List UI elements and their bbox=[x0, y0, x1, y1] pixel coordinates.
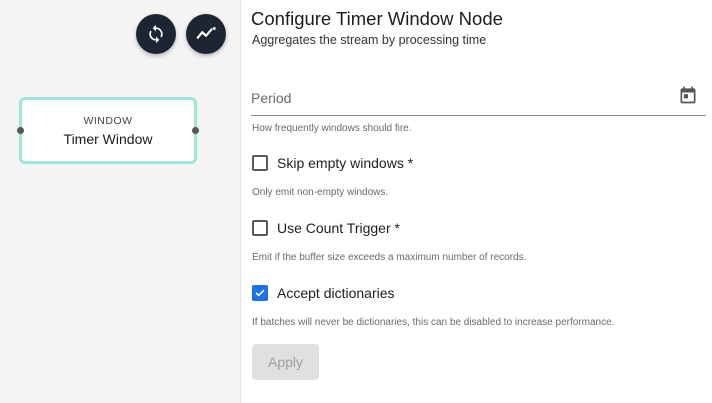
node-name-label: Timer Window bbox=[63, 130, 153, 147]
pipeline-canvas[interactable]: WINDOW Timer Window bbox=[0, 0, 241, 403]
config-panel: Configure Timer Window Node Aggregates t… bbox=[251, 0, 706, 403]
accept-dicts-checkbox[interactable] bbox=[252, 285, 268, 301]
accept-dicts-label: Accept dictionaries bbox=[277, 285, 395, 301]
skip-empty-checkbox-row[interactable]: Skip empty windows * bbox=[252, 153, 413, 173]
refresh-button[interactable] bbox=[136, 14, 176, 54]
calendar-icon[interactable] bbox=[678, 85, 698, 110]
count-trigger-checkbox-row[interactable]: Use Count Trigger * bbox=[252, 218, 400, 238]
accept-dicts-hint: If batches will never be dictionaries, t… bbox=[252, 317, 615, 328]
count-trigger-hint: Emit if the buffer size exceeds a maximu… bbox=[252, 252, 527, 263]
accept-dicts-checkbox-row[interactable]: Accept dictionaries bbox=[252, 283, 395, 303]
page-subtitle: Aggregates the stream by processing time bbox=[252, 33, 487, 47]
period-input[interactable] bbox=[251, 90, 661, 106]
period-hint: How frequently windows should fire. bbox=[252, 123, 412, 134]
period-field bbox=[251, 80, 706, 116]
trend-icon bbox=[195, 23, 217, 45]
check-icon bbox=[255, 289, 265, 297]
input-port[interactable] bbox=[17, 127, 24, 134]
skip-empty-hint: Only emit non-empty windows. bbox=[252, 187, 389, 198]
skip-empty-checkbox[interactable] bbox=[252, 155, 268, 171]
skip-empty-label: Skip empty windows * bbox=[277, 155, 414, 171]
count-trigger-label: Use Count Trigger * bbox=[277, 220, 400, 236]
timer-window-node[interactable]: WINDOW Timer Window bbox=[17, 97, 199, 164]
apply-button[interactable]: Apply bbox=[252, 344, 319, 380]
node-type-label: WINDOW bbox=[83, 114, 133, 127]
trend-button[interactable] bbox=[186, 14, 226, 54]
count-trigger-checkbox[interactable] bbox=[252, 220, 268, 236]
page-title: Configure Timer Window Node bbox=[251, 8, 503, 29]
output-port[interactable] bbox=[192, 127, 199, 134]
refresh-icon bbox=[146, 24, 166, 44]
